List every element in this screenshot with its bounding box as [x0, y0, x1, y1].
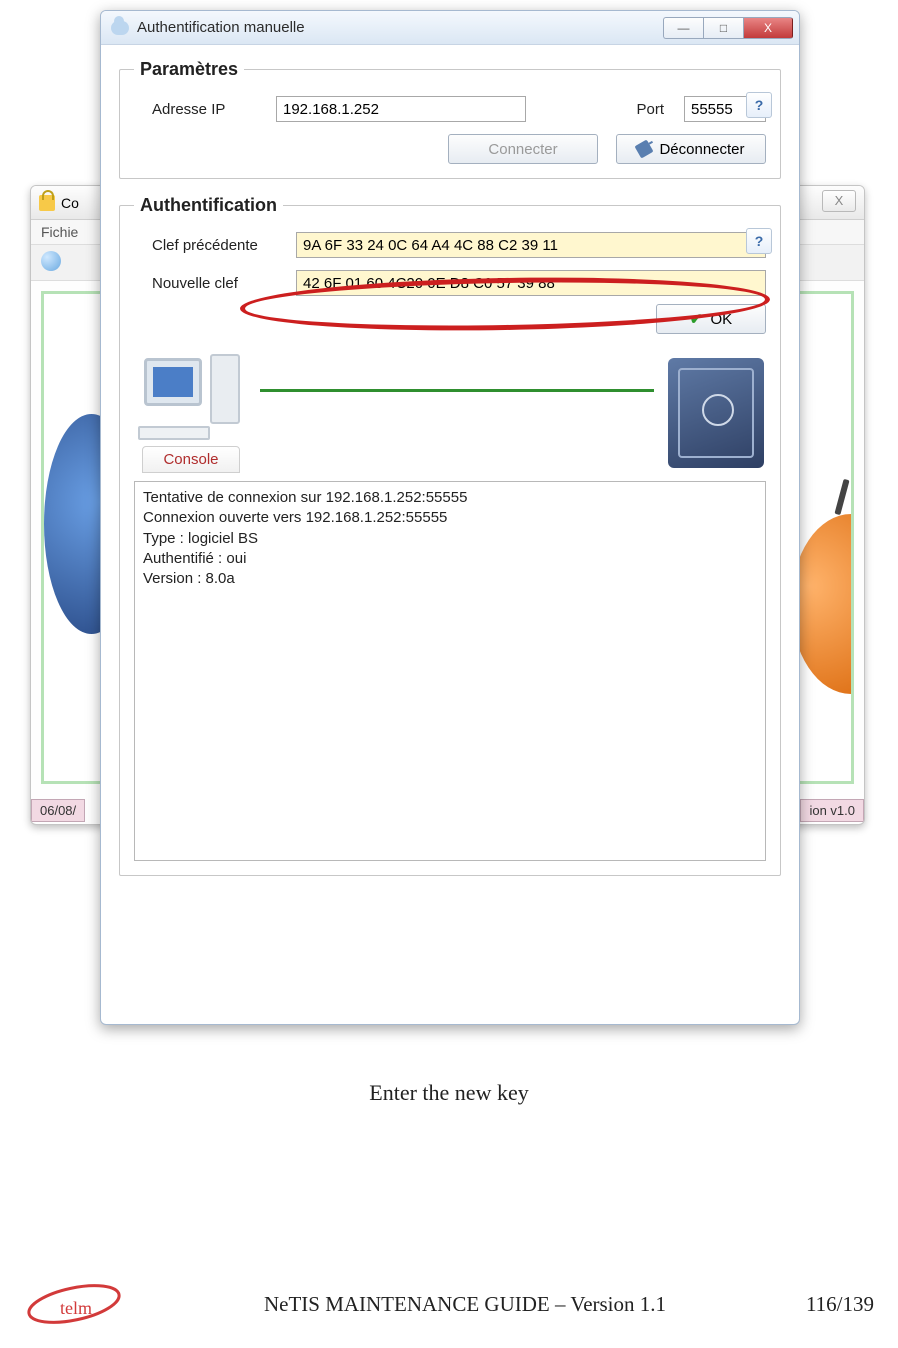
close-button[interactable]: X — [743, 17, 793, 39]
parameters-help-button[interactable]: ? — [746, 92, 772, 118]
disconnect-button[interactable]: Déconnecter — [616, 134, 766, 164]
lock-icon — [39, 195, 55, 211]
new-key-label: Nouvelle clef — [152, 275, 282, 292]
auth-dialog-titlebar[interactable]: Authentification manuelle — □ X — [101, 11, 799, 45]
check-icon: ✔ — [690, 310, 703, 328]
footer-center-text: NeTIS MAINTENANCE GUIDE – Version 1.1 — [156, 1292, 774, 1317]
window-control-buttons: — □ X — [663, 17, 793, 39]
previous-key-input[interactable] — [296, 232, 766, 258]
new-key-row: Nouvelle clef — [134, 270, 766, 296]
minimize-button[interactable]: — — [663, 17, 703, 39]
background-graphic-blob — [791, 514, 851, 694]
monitor-icon — [144, 358, 202, 406]
ok-button-row: ✔ OK — [134, 304, 766, 334]
background-close-button[interactable]: X — [822, 190, 856, 212]
brand-logo: telm — [24, 1284, 144, 1324]
globe-icon[interactable] — [41, 251, 61, 271]
status-right-fragment: ion v1.0 — [800, 799, 864, 822]
log-output[interactable]: Tentative de connexion sur 192.168.1.252… — [134, 481, 766, 861]
port-label: Port — [636, 101, 664, 118]
parameters-legend: Paramètres — [134, 59, 244, 80]
auth-dialog-window: Authentification manuelle — □ X Paramètr… — [100, 10, 800, 1025]
client-pc-graphic: Console — [136, 352, 246, 473]
logo-text: telm — [60, 1298, 92, 1318]
new-key-input[interactable] — [296, 270, 766, 296]
connect-button[interactable]: Connecter — [448, 134, 598, 164]
plug-icon — [635, 139, 654, 158]
footer-page-number: 116/139 — [774, 1292, 874, 1317]
ip-label: Adresse IP — [152, 101, 262, 118]
ip-input[interactable] — [276, 96, 526, 122]
connect-button-label: Connecter — [488, 141, 557, 158]
background-title-fragment: Co — [61, 195, 79, 211]
authentication-help-button[interactable]: ? — [746, 228, 772, 254]
ok-button-label: OK — [710, 311, 732, 328]
tower-icon — [210, 354, 240, 424]
keyboard-icon — [138, 426, 210, 440]
background-antenna-icon — [834, 479, 849, 515]
previous-key-label: Clef précédente — [152, 237, 282, 254]
parameters-group: Paramètres ? Adresse IP Port Connecter D… — [119, 59, 781, 179]
page-footer: telm NeTIS MAINTENANCE GUIDE – Version 1… — [0, 1284, 898, 1324]
maximize-button[interactable]: □ — [703, 17, 743, 39]
status-left-fragment: 06/08/ — [31, 799, 85, 822]
previous-key-row: Clef précédente — [134, 232, 766, 258]
console-tab[interactable]: Console — [142, 446, 239, 473]
authentication-legend: Authentification — [134, 195, 283, 216]
server-icon — [668, 358, 764, 468]
cloud-icon — [111, 21, 129, 35]
auth-dialog-body: Paramètres ? Adresse IP Port Connecter D… — [101, 45, 799, 902]
connect-button-row: Connecter Déconnecter — [134, 134, 766, 164]
authentication-group: Authentification ? Clef précédente Nouve… — [119, 195, 781, 876]
ip-port-row: Adresse IP Port — [134, 96, 766, 122]
disconnect-button-label: Déconnecter — [659, 141, 744, 158]
figure-caption: Enter the new key — [0, 1080, 898, 1106]
auth-dialog-title: Authentification manuelle — [137, 19, 655, 36]
pc-icon — [136, 352, 246, 442]
connection-diagram: Console — [136, 352, 764, 473]
ok-button[interactable]: ✔ OK — [656, 304, 766, 334]
connection-line — [260, 389, 654, 392]
